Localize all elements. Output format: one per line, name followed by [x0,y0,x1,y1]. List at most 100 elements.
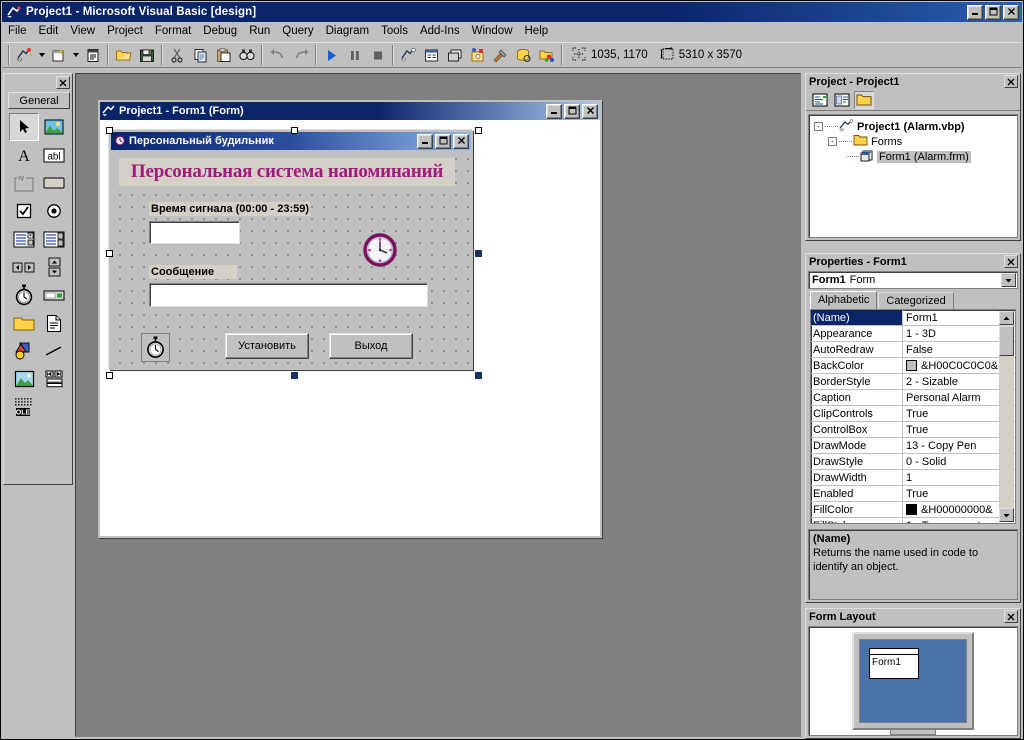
toolbox-tab-general[interactable]: General [8,92,70,109]
form-designer-canvas[interactable]: Персональный будильник [100,120,600,536]
designer-close-button[interactable] [582,104,598,119]
timer-control[interactable] [141,333,170,362]
menu-item-diagram[interactable]: Diagram [320,23,375,40]
menu-item-view[interactable]: View [64,23,101,40]
menu-item-addins[interactable]: Add-Ins [414,23,466,40]
project-tree[interactable]: - Project1 (Alarm.vbp) - [808,114,1018,238]
properties-close-button[interactable] [1004,255,1018,268]
designer-maximize-button[interactable] [564,104,580,119]
selection-handle-e[interactable] [475,250,482,257]
message-input[interactable] [149,283,428,307]
toolbox-close-button[interactable] [56,76,70,89]
property-row[interactable]: ClipControls True [811,406,1015,422]
properties-grid[interactable]: (Name) Form1 Appearance 1 - 3D AutoRedra… [810,309,1016,524]
menu-item-help[interactable]: Help [519,23,555,40]
data-tool[interactable] [39,365,69,393]
property-row[interactable]: DrawStyle 0 - Solid [811,454,1015,470]
add-project-button[interactable] [13,44,36,66]
vb-form-object[interactable]: Персональный будильник [109,130,473,370]
open-project-button[interactable] [112,44,135,66]
menu-item-project[interactable]: Project [101,23,149,40]
view-code-button[interactable] [810,91,830,109]
designer-minimize-button[interactable] [546,104,562,119]
menu-item-window[interactable]: Window [466,23,519,40]
project-explorer-close-button[interactable] [1004,75,1018,88]
copy-button[interactable] [189,44,212,66]
screen-area[interactable]: Form1 [859,639,967,723]
label-tool[interactable]: A [9,141,39,169]
property-row[interactable]: Caption Personal Alarm [811,390,1015,406]
close-button[interactable] [1003,5,1019,20]
undo-button[interactable] [266,44,289,66]
add-project-dropdown[interactable] [36,44,47,66]
scrollbar-thumb[interactable] [999,326,1014,356]
line-tool[interactable] [39,337,69,365]
menu-item-debug[interactable]: Debug [197,23,243,40]
find-button[interactable] [235,44,258,66]
save-project-button[interactable] [135,44,158,66]
add-form-button[interactable] [47,44,70,66]
listbox-tool[interactable] [39,225,69,253]
form-layout-close-button[interactable] [1004,610,1018,623]
data-view-button[interactable] [512,44,535,66]
tab-alphabetic[interactable]: Alphabetic [810,291,877,309]
forms-expander[interactable]: - [828,137,837,146]
end-button[interactable] [366,44,389,66]
tree-node-form1[interactable]: Form1 (Alarm.frm) [812,149,1014,164]
vscrollbar-tool[interactable] [39,253,69,281]
property-row[interactable]: DrawWidth 1 [811,470,1015,486]
view-object-button[interactable] [832,91,852,109]
maximize-button[interactable] [985,5,1001,20]
dirlistbox-tool[interactable] [9,309,39,337]
image-tool[interactable] [9,365,39,393]
time-input[interactable] [149,221,240,244]
tree-node-forms[interactable]: - Forms [812,134,1014,149]
menu-item-query[interactable]: Query [276,23,319,40]
combobox-tool[interactable] [9,225,39,253]
ole-tool[interactable]: OLE [9,393,39,421]
exit-button[interactable]: Выход [329,333,413,359]
chevron-down-icon[interactable] [1001,273,1016,287]
textbox-tool[interactable]: abl [39,141,69,169]
scroll-down-button[interactable] [999,508,1014,522]
scroll-up-button[interactable] [999,311,1014,325]
property-row[interactable]: (Name) Form1 [811,310,1015,326]
property-row[interactable]: Enabled True [811,486,1015,502]
property-row[interactable]: BackColor &H00C0C0C0& [811,358,1015,374]
pointer-tool[interactable] [9,113,39,141]
break-button[interactable] [343,44,366,66]
menu-item-format[interactable]: Format [149,23,197,40]
selection-handle-nw[interactable] [106,127,113,134]
commandbutton-tool[interactable] [39,169,69,197]
property-row[interactable]: Appearance 1 - 3D [811,326,1015,342]
object-browser-button[interactable] [466,44,489,66]
start-button[interactable] [320,44,343,66]
vb-form-minimize-button[interactable] [417,134,433,149]
clock-face-icon[interactable] [363,233,397,270]
filelistbox-tool[interactable] [39,309,69,337]
timer-tool[interactable] [9,281,39,309]
drivelistbox-tool[interactable] [39,281,69,309]
add-form-dropdown[interactable] [70,44,81,66]
component-manager-button[interactable] [535,44,558,66]
paste-button[interactable] [212,44,235,66]
checkbox-tool[interactable] [9,197,39,225]
picturebox-tool[interactable] [39,113,69,141]
toolbox-hammer-button[interactable] [489,44,512,66]
set-button[interactable]: Установить [225,333,309,359]
hscrollbar-tool[interactable] [9,253,39,281]
layout-form-thumbnail[interactable]: Form1 [869,648,919,679]
property-row[interactable]: AutoRedraw False [811,342,1015,358]
shape-tool[interactable] [9,337,39,365]
form-layout-body[interactable]: Form1 [808,626,1018,736]
optionbutton-tool[interactable] [39,197,69,225]
menu-editor-button[interactable] [81,44,104,66]
property-row[interactable]: ControlBox True [811,422,1015,438]
selection-handle-se[interactable] [475,372,482,379]
properties-window-button[interactable] [420,44,443,66]
redo-button[interactable] [289,44,312,66]
tree-node-project[interactable]: - Project1 (Alarm.vbp) [812,119,1014,134]
minimize-button[interactable] [967,5,983,20]
selection-handle-n[interactable] [291,127,298,134]
property-row[interactable]: BorderStyle 2 - Sizable [811,374,1015,390]
